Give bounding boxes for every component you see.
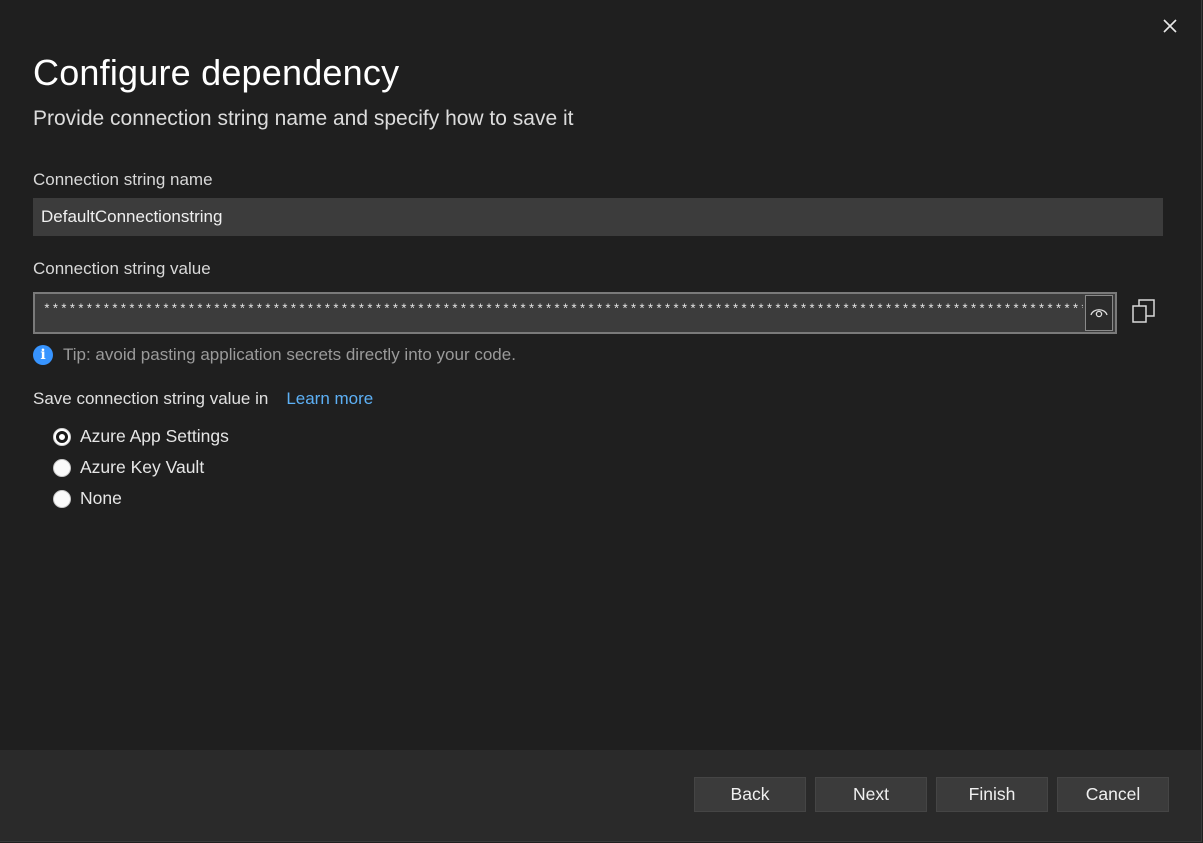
close-button[interactable] — [1158, 16, 1182, 40]
connection-name-label: Connection string name — [33, 170, 213, 189]
radio-azure-key-vault[interactable]: Azure Key Vault — [53, 452, 229, 483]
tip-text: Tip: avoid pasting application secrets d… — [63, 345, 516, 364]
dialog-title: Configure dependency — [33, 52, 400, 93]
connection-value-label: Connection string value — [33, 259, 211, 278]
radio-label: Azure App Settings — [80, 426, 229, 446]
dialog-subtitle: Provide connection string name and speci… — [33, 107, 574, 130]
radio-button[interactable] — [53, 489, 71, 508]
radio-label: Azure Key Vault — [80, 457, 205, 477]
connection-name-input[interactable] — [33, 198, 1163, 236]
info-icon: i — [33, 345, 53, 365]
save-location-radio-group: Azure App Settings Azure Key Vault None — [53, 421, 229, 514]
save-location-label: Save connection string value in — [33, 389, 269, 408]
dialog-footer: Back Next Finish Cancel — [0, 750, 1201, 841]
learn-more-link[interactable]: Learn more — [286, 389, 373, 409]
finish-button[interactable]: Finish — [936, 777, 1048, 812]
close-icon — [1162, 18, 1178, 39]
reveal-value-button[interactable] — [1085, 295, 1113, 331]
copy-value-button[interactable] — [1128, 298, 1160, 328]
tip-message: i Tip: avoid pasting application secrets… — [33, 345, 516, 365]
radio-button[interactable] — [53, 458, 71, 477]
cancel-button[interactable]: Cancel — [1057, 777, 1169, 812]
connection-value-field: ****************************************… — [33, 292, 1117, 334]
radio-none[interactable]: None — [53, 483, 229, 514]
eye-icon — [1089, 304, 1109, 323]
next-button[interactable]: Next — [815, 777, 927, 812]
radio-azure-app-settings[interactable]: Azure App Settings — [53, 421, 229, 452]
back-button[interactable]: Back — [694, 777, 806, 812]
radio-label: None — [80, 488, 122, 508]
save-location-row: Save connection string value in Learn mo… — [33, 389, 373, 409]
configure-dependency-dialog: Configure dependency Provide connection … — [0, 0, 1202, 842]
radio-button-selected[interactable] — [53, 427, 71, 446]
copy-icon — [1130, 297, 1158, 330]
connection-value-input[interactable]: ****************************************… — [37, 296, 1083, 330]
